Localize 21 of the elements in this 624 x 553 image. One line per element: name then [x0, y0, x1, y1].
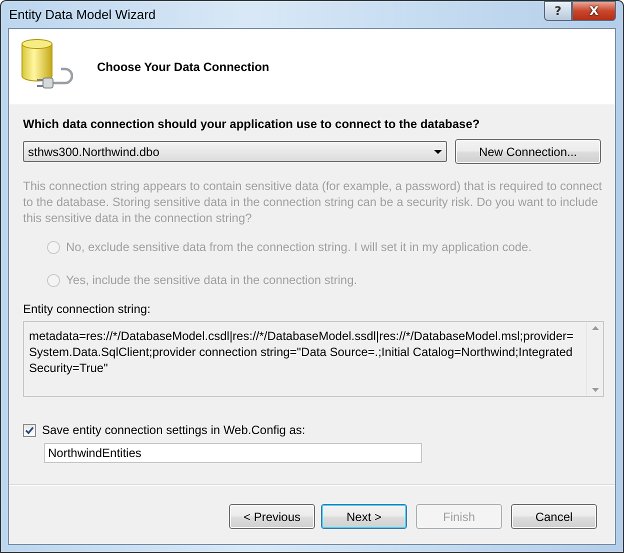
- window-title: Entity Data Model Wizard: [8, 7, 156, 22]
- page-heading: Choose Your Data Connection: [97, 60, 270, 74]
- name-field[interactable]: NorthwindEntities: [44, 443, 422, 463]
- cancel-button[interactable]: Cancel: [511, 504, 597, 529]
- help-button[interactable]: ?: [544, 1, 572, 21]
- question-label: Which data connection should your application use to connect to the database?: [23, 117, 481, 131]
- new-connection-button[interactable]: New Connection...: [455, 139, 601, 164]
- entity-string-label: Entity connection string:: [23, 302, 152, 316]
- radio-label: Yes, include the sensitive data in the connection string.: [66, 273, 358, 287]
- dropdown-arrow-icon: [434, 150, 442, 154]
- save-label: Save entity connection settings in Web.Config as:: [42, 423, 306, 437]
- previous-button[interactable]: < Previous: [229, 504, 315, 529]
- connection-string-box[interactable]: metadata=res://*/DatabaseModel.csdl|res://*/DatabaseModel.ssdl|res://*/DatabaseModel.msl;provider=System.Data.SqlClient;provider connection string="Data Source=.;Initial Catalog=Northwind;Integrated Security=True": [23, 321, 604, 397]
- close-button[interactable]: X: [572, 1, 616, 21]
- sensitive-data-notice: This connection string appears to contain sensitive data (for example, a password) that is required to connect to the database. Storing sensitive data in the connection string can be a security risk. Do you want to include this sensitive data in the connection string?: [23, 178, 603, 226]
- scroll-down-icon[interactable]: [592, 388, 598, 392]
- save-checkbox[interactable]: [23, 424, 36, 436]
- scroll-up-icon[interactable]: [592, 326, 598, 330]
- connection-dropdown[interactable]: sthws300.Northwind.dbo: [23, 141, 447, 162]
- radio-label: No, exclude sensitive data from the connection string. I will set it in my application code.: [66, 240, 532, 254]
- next-button[interactable]: Next >: [321, 504, 407, 529]
